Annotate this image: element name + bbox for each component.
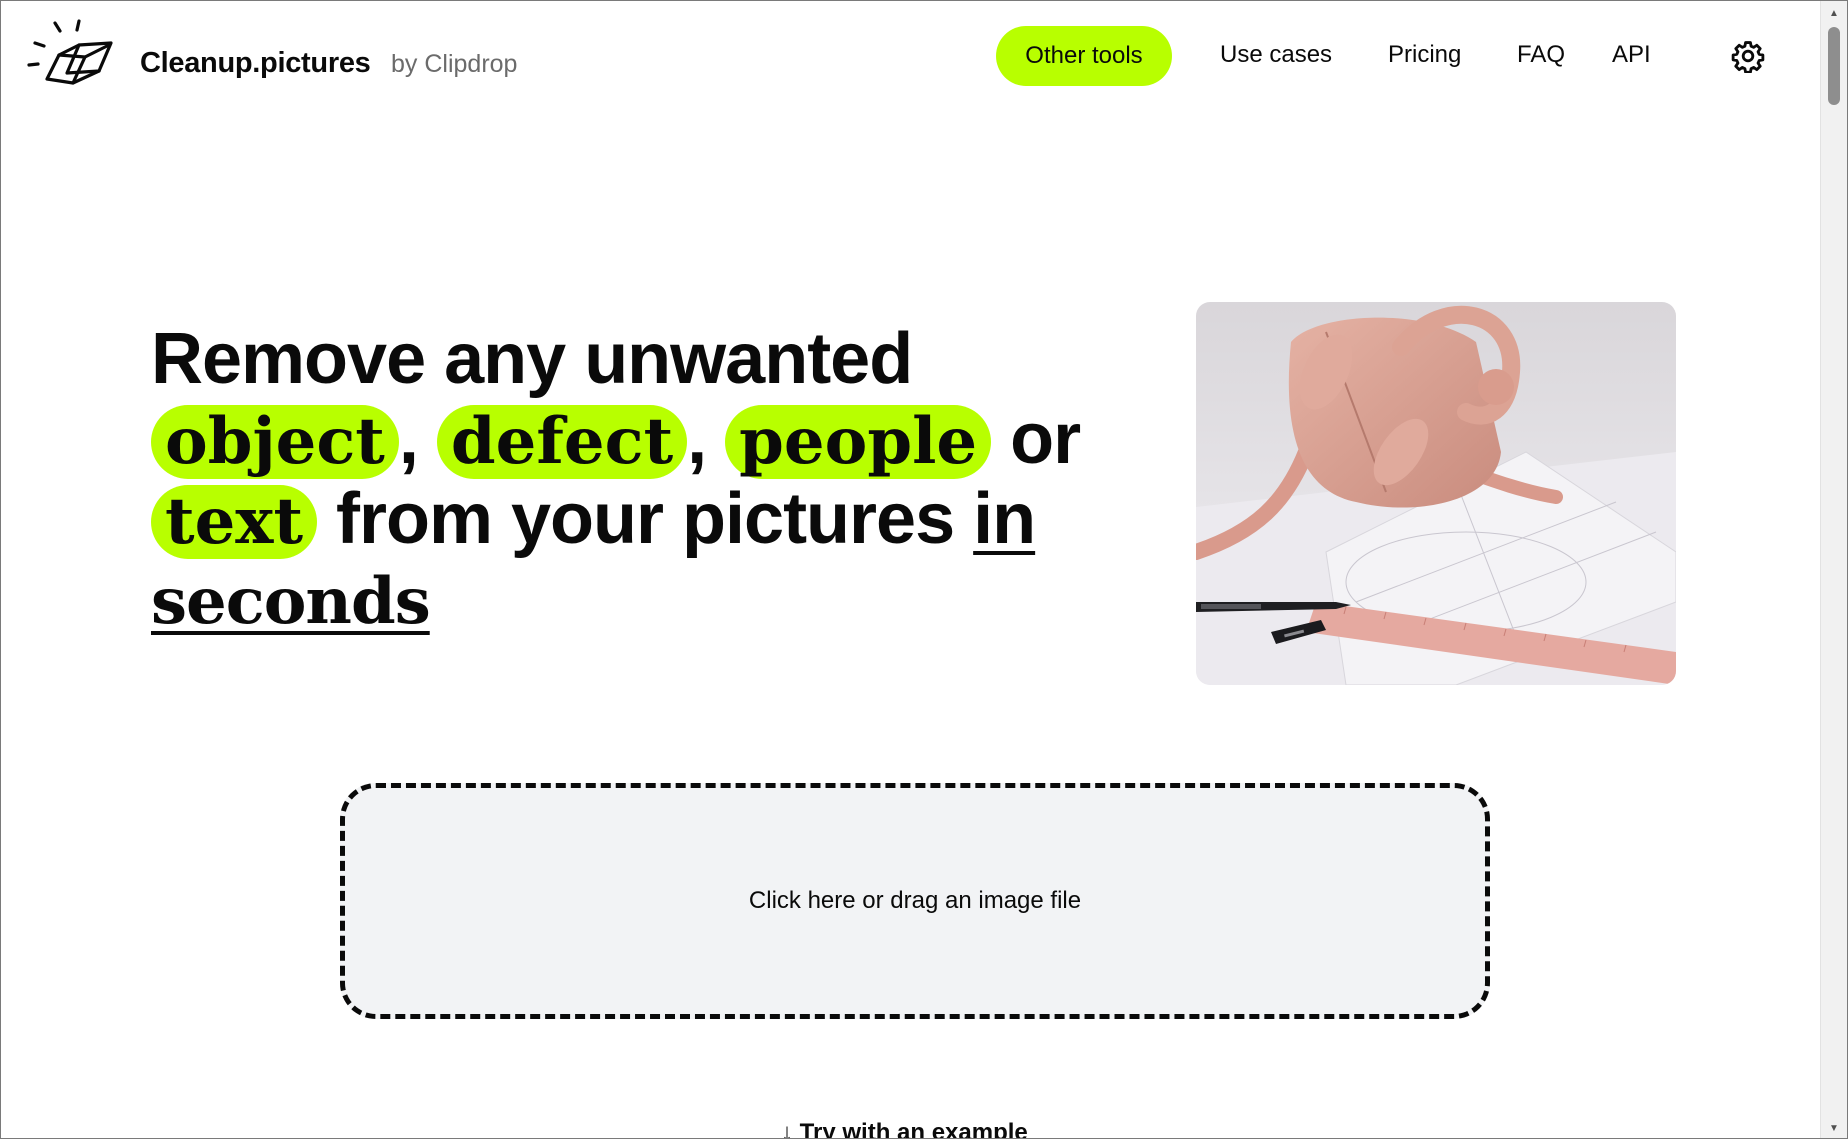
browser-viewport: Cleanup.pictures by Clipdrop Other tools… xyxy=(0,0,1848,1139)
scroll-down-icon[interactable]: ▼ xyxy=(1821,1118,1847,1138)
dropzone-label: Click here or drag an image file xyxy=(748,887,1082,914)
nav-use-cases[interactable]: Use cases xyxy=(1220,41,1332,69)
brand-name[interactable]: Cleanup.pictures xyxy=(140,47,371,80)
highlight-people: people xyxy=(725,405,992,479)
scroll-up-icon[interactable]: ▲ xyxy=(1821,3,1847,23)
eraser-icon[interactable] xyxy=(27,19,117,91)
brand-by-clipdrop[interactable]: by Clipdrop xyxy=(391,50,517,79)
highlight-object: object xyxy=(151,405,399,479)
nav-faq[interactable]: FAQ xyxy=(1517,41,1565,69)
nav-pricing[interactable]: Pricing xyxy=(1388,41,1461,69)
hero-line1: Remove any unwanted xyxy=(151,319,913,399)
try-example-link[interactable]: ↓ Try with an example xyxy=(781,1119,1028,1139)
site-header: Cleanup.pictures by Clipdrop Other tools… xyxy=(1,1,1821,111)
comma: , xyxy=(687,399,707,479)
highlight-text: text xyxy=(151,485,317,559)
pink-bag-photo xyxy=(1196,302,1676,685)
hero-middle: from your pictures xyxy=(336,479,955,559)
hero-title: Remove any unwanted object, defect, peop… xyxy=(151,319,1151,642)
word-or: or xyxy=(1010,399,1081,479)
underlined-in: in xyxy=(973,479,1036,559)
gear-icon[interactable] xyxy=(1731,39,1765,73)
other-tools-button[interactable]: Other tools xyxy=(996,26,1172,86)
nav-api[interactable]: API xyxy=(1612,41,1651,69)
underlined-seconds: seconds xyxy=(151,564,431,639)
scroll-thumb[interactable] xyxy=(1828,27,1840,105)
arrow-down-icon: ↓ xyxy=(781,1119,793,1139)
try-example-label: Try with an example xyxy=(799,1119,1028,1139)
page-scrollbar[interactable]: ▲ ▼ xyxy=(1820,1,1847,1138)
comma: , xyxy=(398,399,419,479)
highlight-defect: defect xyxy=(436,405,688,479)
upload-dropzone[interactable]: Click here or drag an image file xyxy=(340,783,1490,1019)
hero-example-image xyxy=(1196,302,1676,685)
